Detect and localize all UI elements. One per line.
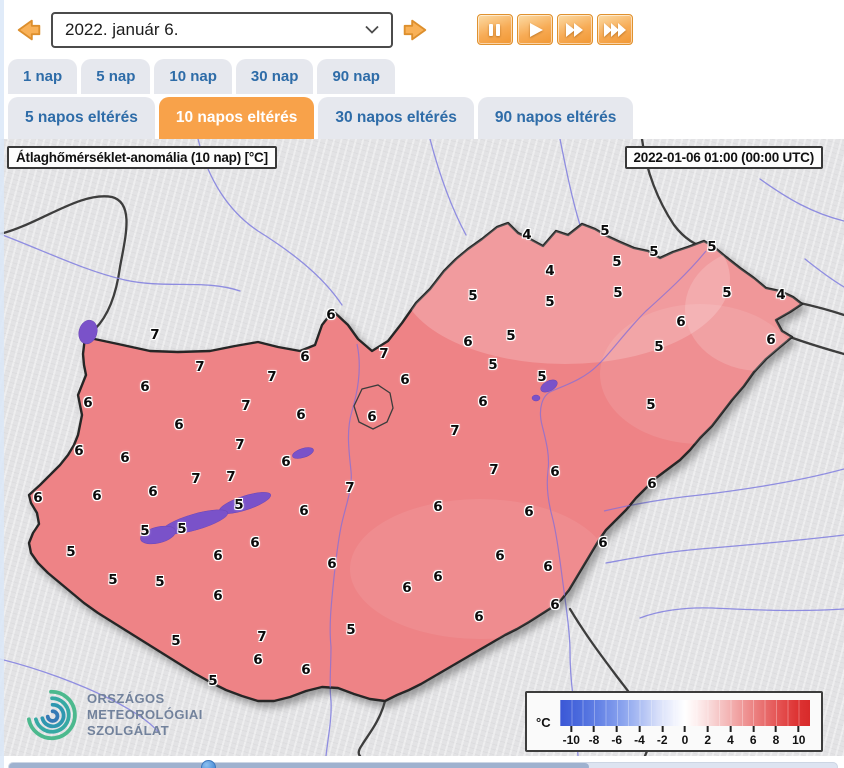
time-slider-fill <box>9 763 589 768</box>
date-select-value: 2022. január 6. <box>65 20 365 40</box>
next-day-button[interactable] <box>399 14 431 46</box>
weather-map-app: 2022. január 6. 1 nap5 nap10 nap30 nap90… <box>0 0 844 768</box>
tab-10-nap[interactable]: 10 nap <box>154 59 232 94</box>
fast-forward-icon <box>561 18 589 42</box>
legend-ticks: -10 -8 -6 -4 -2 02468 10 <box>560 726 810 750</box>
period-tabs: 1 nap5 nap10 nap30 nap90 nap <box>0 59 844 94</box>
arrow-left-icon <box>14 15 44 45</box>
legend-tick: -10 <box>563 726 580 747</box>
skip-to-end-icon <box>601 18 629 42</box>
anomaly-tabs: 5 napos eltérés10 napos eltérés30 napos … <box>0 97 844 139</box>
tab-90-napos-elteres[interactable]: 90 napos eltérés <box>478 97 633 139</box>
tab-10-napos-elteres[interactable]: 10 napos eltérés <box>159 97 314 139</box>
skip-to-end-button[interactable] <box>597 14 633 45</box>
playback-controls <box>477 14 633 45</box>
time-slider-knob[interactable] <box>201 760 216 768</box>
date-select[interactable]: 2022. január 6. <box>51 12 393 48</box>
time-slider-bar <box>0 757 844 768</box>
map-title: Átlaghőmérséklet-anomália (10 nap) [°C] <box>7 146 277 169</box>
cyclone-swirl-icon <box>24 688 78 742</box>
pause-button[interactable] <box>477 14 513 45</box>
date-toolbar: 2022. január 6. <box>0 0 844 59</box>
legend-gradient-bar <box>560 700 810 726</box>
fast-forward-button[interactable] <box>557 14 593 45</box>
tab-30-napos-elteres[interactable]: 30 napos eltérés <box>318 97 473 139</box>
pause-icon <box>481 18 509 42</box>
legend-tick: 0 <box>682 726 689 747</box>
map-timestamp: 2022-01-06 01:00 (00:00 UTC) <box>625 146 824 169</box>
tab-5-nap[interactable]: 5 nap <box>81 59 150 94</box>
legend-tick: -6 <box>611 726 622 747</box>
legend-tick: 4 <box>727 726 734 747</box>
play-icon <box>521 18 549 42</box>
tab-5-napos-elteres[interactable]: 5 napos eltérés <box>8 97 155 139</box>
tab-1-nap[interactable]: 1 nap <box>8 59 77 94</box>
legend-tick: -2 <box>657 726 668 747</box>
arrow-right-icon <box>400 15 430 45</box>
legend-tick: 8 <box>773 726 780 747</box>
map-canvas: Átlaghőmérséklet-anomália (10 nap) [°C] … <box>0 139 844 756</box>
legend-tick: -4 <box>634 726 645 747</box>
hungary-map-graphic <box>0 139 844 756</box>
omsz-logo-text: ORSZÁGOS METEOROLÓGIAI SZOLGÁLAT <box>87 691 203 739</box>
legend-unit-label: °C <box>536 715 551 730</box>
prev-day-button[interactable] <box>13 14 45 46</box>
color-scale-legend: °C -10 -8 -6 -4 -2 02468 10 <box>525 691 823 752</box>
omsz-logo: ORSZÁGOS METEOROLÓGIAI SZOLGÁLAT <box>24 688 203 742</box>
legend-tick: 6 <box>750 726 757 747</box>
legend-tick: 2 <box>704 726 711 747</box>
chevron-down-icon <box>365 25 379 34</box>
tab-90-nap[interactable]: 90 nap <box>317 59 395 94</box>
tab-30-nap[interactable]: 30 nap <box>236 59 314 94</box>
legend-tick: -8 <box>589 726 600 747</box>
play-button[interactable] <box>517 14 553 45</box>
legend-tick: 10 <box>792 726 805 747</box>
time-slider-track[interactable] <box>8 762 838 768</box>
